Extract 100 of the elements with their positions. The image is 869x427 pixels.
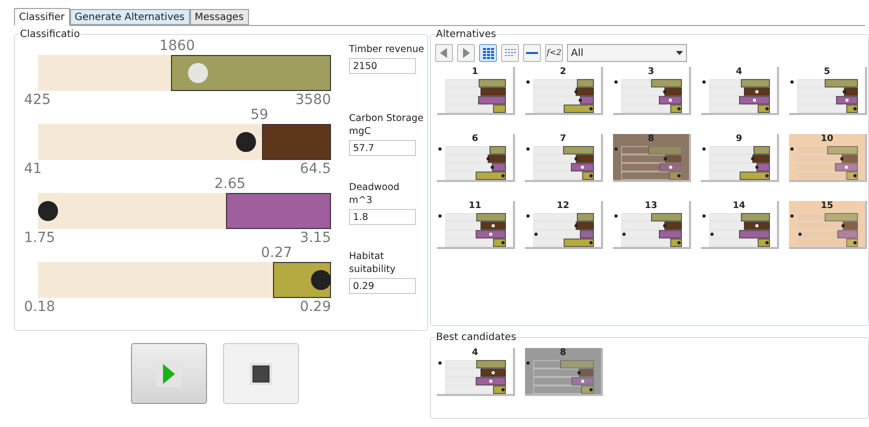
alternative-number: 13: [644, 201, 658, 212]
mini-chart-drawing: [797, 213, 859, 248]
mini-chart-drawing: [445, 146, 507, 181]
value-field[interactable]: 1.8: [349, 209, 416, 225]
bullet-icon: [614, 147, 618, 151]
line-icon: [526, 52, 538, 54]
mini-chart-drawing: [709, 146, 771, 181]
alternative-number: 5: [822, 67, 832, 78]
alternative-number: 8: [646, 134, 656, 145]
criterion-label: Deadwood m^3: [349, 181, 400, 207]
mini-chart-drawing: [533, 360, 595, 395]
threshold-value: 2.65: [214, 177, 246, 191]
alternative-card[interactable]: 6: [437, 134, 515, 182]
alternative-card[interactable]: 5: [789, 67, 867, 115]
bullet-icon: [702, 147, 706, 151]
min-value: 41: [24, 162, 42, 176]
alternative-card[interactable]: 3: [613, 67, 691, 115]
alternative-number: 9: [734, 134, 744, 145]
alternative-number: 10: [820, 134, 834, 145]
alternative-card[interactable]: 8: [613, 134, 691, 182]
threshold-value: 59: [250, 108, 268, 122]
threshold-value: 0.27: [260, 246, 292, 260]
stop-icon: [250, 362, 272, 384]
bullet-icon: [702, 80, 706, 84]
alternative-card[interactable]: 14: [701, 201, 779, 249]
max-value: 3.15: [300, 231, 331, 245]
alternative-card[interactable]: 2: [525, 67, 603, 115]
mini-chart-drawing: [621, 79, 683, 114]
mini-chart-drawing: [445, 213, 507, 248]
filter-dropdown[interactable]: All: [567, 44, 687, 62]
grid-icon: [480, 45, 496, 61]
alternative-card[interactable]: 13: [613, 201, 691, 249]
bullet-icon: [526, 361, 530, 365]
alternative-number: 2: [558, 67, 568, 78]
bullet-icon: [438, 361, 442, 365]
mini-chart-drawing: [533, 146, 595, 181]
mini-chart-drawing: [709, 213, 771, 248]
alternative-card[interactable]: 15: [789, 201, 867, 249]
alternative-number: 6: [470, 134, 480, 145]
alternative-card[interactable]: 7: [525, 134, 603, 182]
mini-chart-drawing: [533, 79, 595, 114]
bullet-icon: [790, 147, 794, 151]
bullet-icon: [438, 214, 442, 218]
alternative-card[interactable]: 4: [701, 67, 779, 115]
min-value: 0.18: [24, 300, 56, 314]
alternative-number: 15: [820, 201, 834, 212]
value-field[interactable]: 57.7: [349, 140, 416, 156]
mini-chart-drawing: [797, 79, 859, 114]
stop-button[interactable]: [223, 343, 299, 404]
bullet-icon: [526, 80, 530, 84]
alternative-number: 7: [558, 134, 568, 145]
alternative-card[interactable]: 10: [789, 134, 867, 182]
value-field[interactable]: 0.29: [349, 278, 416, 294]
min-value: 1.75: [24, 231, 56, 245]
criterion-label: Carbon Storage mgC: [349, 112, 424, 138]
value-field[interactable]: 2150: [349, 58, 416, 74]
criterion-label: Timber revenue: [349, 43, 425, 56]
min-value: 425: [24, 93, 51, 107]
max-value: 0.29: [300, 300, 331, 314]
mini-chart-drawing: [709, 79, 771, 114]
play-button[interactable]: [131, 343, 207, 404]
alternative-card[interactable]: 9: [701, 134, 779, 182]
bullet-icon: [438, 147, 442, 151]
bullet-icon: [526, 214, 530, 218]
mini-chart-drawing: [533, 213, 595, 248]
alternative-card[interactable]: 12: [525, 201, 603, 249]
alternative-card[interactable]: 4: [437, 348, 515, 396]
alternative-number: 14: [732, 201, 746, 212]
bullet-icon: [790, 80, 794, 84]
alternative-card[interactable]: 1: [437, 67, 515, 115]
alternative-number: 4: [734, 67, 744, 78]
toolbar-button[interactable]: [435, 44, 453, 62]
alternative-number: 12: [556, 201, 570, 212]
alternative-number: 8: [558, 348, 568, 359]
bullet-icon: [702, 214, 706, 218]
toolbar-button[interactable]: [457, 44, 475, 62]
bullet-icon: [614, 214, 618, 218]
tab[interactable]: Messages: [190, 9, 249, 25]
bullet-icon: [790, 214, 794, 218]
threshold-value: 1860: [159, 39, 195, 53]
toolbar-button[interactable]: [479, 44, 497, 62]
tab[interactable]: Generate Alternatives: [70, 9, 190, 25]
toolbar-button[interactable]: [523, 44, 541, 62]
mini-chart-drawing: [445, 360, 507, 395]
toolbar-button[interactable]: [501, 44, 519, 62]
bullet-icon: [614, 80, 618, 84]
tab[interactable]: Classifier: [14, 8, 70, 26]
max-value: 3580: [295, 93, 331, 107]
alternative-number: 11: [468, 201, 482, 212]
mini-chart-drawing: [621, 146, 683, 181]
alternative-number: 3: [646, 67, 656, 78]
toolbar-button[interactable]: f<2: [545, 44, 563, 62]
mini-chart-drawing: [797, 146, 859, 181]
alternative-card[interactable]: 8: [525, 348, 603, 396]
alternative-number: 4: [470, 348, 480, 359]
criterion-label: Habitat suitability: [349, 250, 396, 276]
caret-icon: [676, 51, 683, 55]
bullet-icon: [526, 147, 530, 151]
mini-chart-drawing: [621, 213, 683, 248]
alternative-card[interactable]: 11: [437, 201, 515, 249]
